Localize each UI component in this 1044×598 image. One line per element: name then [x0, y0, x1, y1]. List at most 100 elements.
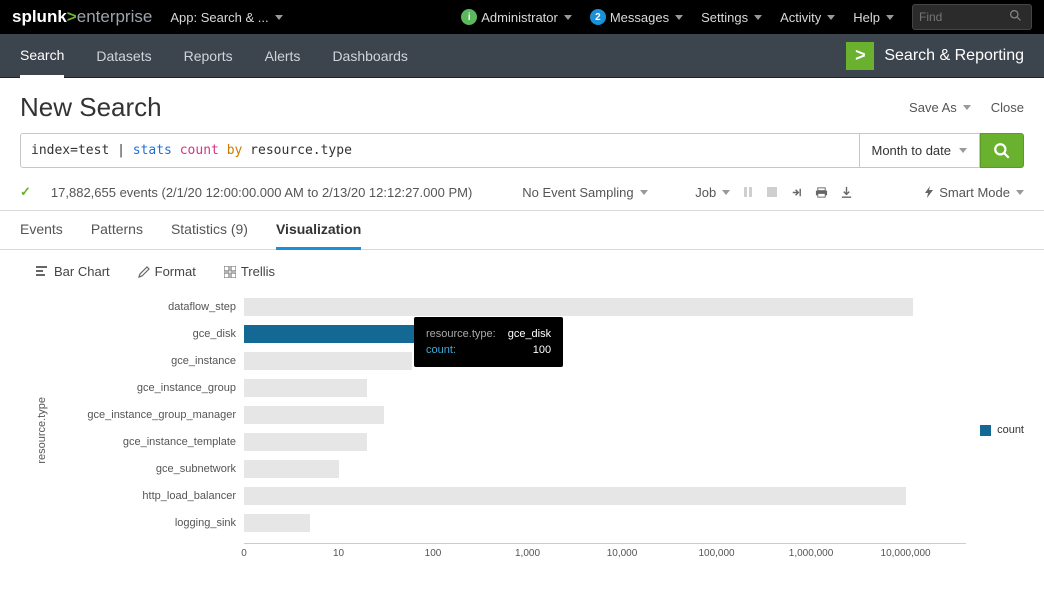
bar[interactable] [244, 433, 367, 451]
admin-label: Administrator [481, 10, 558, 25]
bar-label: gce_instance_group [54, 382, 244, 394]
info-icon: i [461, 9, 477, 25]
save-as-label: Save As [909, 100, 957, 115]
x-tick: 0 [241, 548, 247, 559]
stop-icon[interactable] [766, 186, 778, 198]
messages-menu[interactable]: 2Messages [590, 9, 683, 25]
bar[interactable] [244, 460, 339, 478]
status-row: ✓ 17,882,655 events (2/1/20 12:00:00.000… [0, 178, 1044, 211]
search-kw-count: count [180, 143, 219, 158]
bar-row: gce_subnetwork [54, 455, 966, 482]
search-kw-by: by [227, 143, 243, 158]
messages-badge: 2 [590, 9, 606, 25]
viz-toolbar: Bar Chart Format Trellis [0, 250, 1044, 293]
save-as-menu[interactable]: Save As [909, 100, 971, 115]
bar-track[interactable] [244, 378, 966, 398]
search-text: index=test | [31, 143, 133, 158]
chart-area: resource.type dataflow_step gce_disk gce_i… [0, 293, 1044, 577]
nav-reports[interactable]: Reports [184, 48, 233, 64]
chart-type-label: Bar Chart [54, 264, 110, 279]
title-bar: New Search Save As Close [0, 78, 1044, 133]
caret-down-icon [675, 15, 683, 20]
x-tick: 10,000 [607, 548, 638, 559]
settings-menu[interactable]: Settings [701, 10, 762, 25]
activity-label: Activity [780, 10, 821, 25]
bar-track[interactable] [244, 324, 966, 344]
caret-down-icon [275, 15, 283, 20]
tab-events[interactable]: Events [20, 221, 63, 249]
bar-row: gce_instance_group [54, 374, 966, 401]
bar[interactable] [244, 325, 433, 343]
admin-menu[interactable]: i Administrator [461, 9, 572, 25]
bar-track[interactable] [244, 486, 966, 506]
x-tick: 1,000,000 [789, 548, 834, 559]
x-tick: 10 [333, 548, 344, 559]
bar[interactable] [244, 514, 310, 532]
time-range-picker[interactable]: Month to date [860, 133, 981, 168]
x-tick: 1,000 [515, 548, 540, 559]
job-label: Job [695, 185, 716, 200]
bar-label: gce_disk [54, 328, 244, 340]
sampling-menu[interactable]: No Event Sampling [522, 185, 647, 200]
nav-datasets[interactable]: Datasets [96, 48, 151, 64]
format-button[interactable]: Format [138, 264, 196, 279]
nav-dashboards[interactable]: Dashboards [332, 48, 408, 64]
find-box[interactable] [912, 4, 1032, 30]
y-axis-label: resource.type [36, 397, 48, 464]
pencil-icon [138, 266, 150, 278]
bar-label: gce_instance_template [54, 436, 244, 448]
bar-row: gce_instance_group_manager [54, 401, 966, 428]
chart-tooltip: resource.type:gce_disk count:100 [414, 317, 563, 367]
pause-icon[interactable] [742, 186, 754, 198]
bar-track[interactable] [244, 459, 966, 479]
bar-label: dataflow_step [54, 301, 244, 313]
bar-track[interactable] [244, 513, 966, 533]
search-kw-stats: stats [133, 143, 172, 158]
trellis-button[interactable]: Trellis [224, 264, 275, 279]
x-tick: 10,000,000 [881, 548, 931, 559]
app-name-label: Search & Reporting [884, 47, 1024, 65]
bar-label: gce_instance [54, 355, 244, 367]
nav-search[interactable]: Search [20, 47, 64, 78]
bar-track[interactable] [244, 432, 966, 452]
bolt-icon [923, 186, 935, 198]
search-text2: resource.type [242, 143, 352, 158]
app-switcher[interactable]: App: Search & ... [170, 10, 282, 25]
tab-statistics[interactable]: Statistics (9) [171, 221, 248, 249]
grid-icon [224, 266, 236, 278]
bar-label: gce_instance_group_manager [54, 409, 244, 421]
bar-label: logging_sink [54, 517, 244, 529]
close-link[interactable]: Close [991, 100, 1024, 115]
caret-down-icon [827, 15, 835, 20]
bar[interactable] [244, 352, 412, 370]
bar-track[interactable] [244, 405, 966, 425]
tab-patterns[interactable]: Patterns [91, 221, 143, 249]
bar[interactable] [244, 379, 367, 397]
app-badge[interactable]: > Search & Reporting [846, 42, 1024, 70]
search-mode-menu[interactable]: Smart Mode [923, 185, 1024, 200]
bar[interactable] [244, 487, 906, 505]
search-icon [993, 142, 1011, 160]
smart-mode-label: Smart Mode [939, 185, 1010, 200]
bar[interactable] [244, 298, 913, 316]
tooltip-key: resource.type: [426, 327, 496, 341]
download-icon[interactable] [840, 186, 853, 199]
nav-alerts[interactable]: Alerts [265, 48, 301, 64]
sampling-label: No Event Sampling [522, 185, 633, 200]
search-icon [1009, 9, 1022, 25]
result-tabs: Events Patterns Statistics (9) Visualiza… [0, 211, 1044, 250]
caret-down-icon [640, 190, 648, 195]
job-menu[interactable]: Job [695, 185, 730, 200]
bar-track[interactable] [244, 351, 966, 371]
search-input[interactable]: index=test | stats count by resource.typ… [20, 133, 860, 168]
run-search-button[interactable] [980, 133, 1024, 168]
activity-menu[interactable]: Activity [780, 10, 835, 25]
print-icon[interactable] [815, 186, 828, 199]
find-input[interactable] [919, 10, 1009, 24]
bar[interactable] [244, 406, 384, 424]
share-icon[interactable] [790, 186, 803, 199]
bar-track[interactable] [244, 297, 966, 317]
help-menu[interactable]: Help [853, 10, 894, 25]
tab-visualization[interactable]: Visualization [276, 221, 361, 250]
chart-type-picker[interactable]: Bar Chart [36, 264, 110, 279]
